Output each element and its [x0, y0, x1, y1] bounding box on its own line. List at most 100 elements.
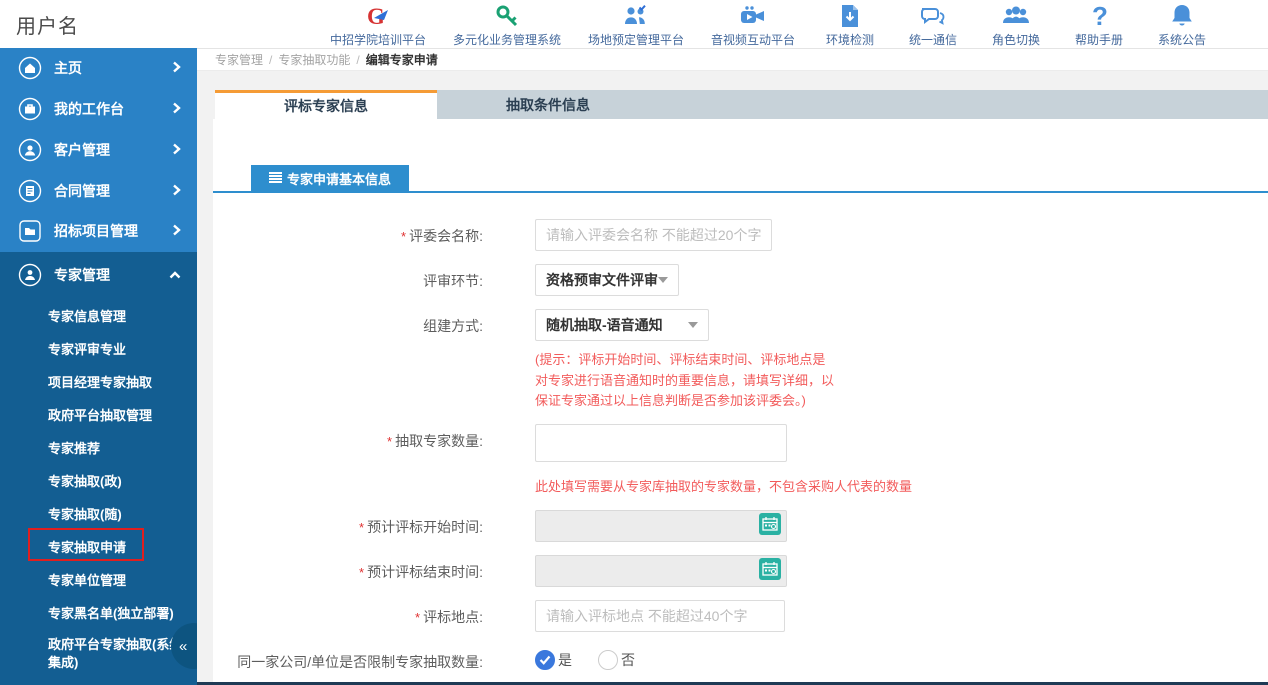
sidebar-item-experts[interactable]: 专家管理	[0, 252, 197, 299]
field-label: *抽取专家数量:	[213, 424, 483, 497]
required-mark: *	[401, 229, 406, 244]
top-header: 用户名 G 中招学院培训平台 多元化业务管理系统 场地预定管理平台 音视频互动平…	[0, 0, 1268, 48]
nav-item-label: 场地预定管理平台	[588, 31, 684, 48]
sidebar-subitem-review-specialty[interactable]: 专家评审专业	[0, 332, 197, 365]
nav-item-label: 多元化业务管理系统	[453, 31, 561, 48]
sidebar-subitem-pm-extraction[interactable]: 项目经理专家抽取	[0, 365, 197, 398]
sidebar-item-label: 主页	[54, 58, 171, 78]
nav-item-label: 帮助手册	[1075, 31, 1123, 48]
nav-item-label: 中招学院培训平台	[330, 31, 426, 48]
breadcrumb-item[interactable]: 专家管理	[215, 51, 263, 68]
nav-item-av-platform[interactable]: 音视频互动平台	[711, 1, 795, 48]
calendar-icon[interactable]	[759, 558, 781, 585]
section-title-tab: 专家申请基本信息	[251, 165, 409, 191]
field-label: *预计评标结束时间:	[213, 555, 483, 587]
committee-name-input[interactable]	[535, 219, 772, 251]
collapse-icon: «	[179, 638, 187, 655]
chat-bubbles-icon	[919, 1, 947, 29]
field-label: 组建方式:	[213, 309, 483, 410]
sidebar-item-customers[interactable]: 客户管理	[0, 129, 197, 170]
nav-item-label: 音视频互动平台	[711, 31, 795, 48]
field-label: *评标地点:	[213, 600, 483, 632]
select-value: 随机抽取-语音通知	[546, 315, 663, 335]
review-stage-select[interactable]: 资格预审文件评审	[535, 264, 679, 296]
form-row: 同一家公司/单位是否限制专家抽取数量: 是 否	[213, 645, 1268, 672]
required-mark: *	[415, 610, 420, 625]
field-label: *预计评标开始时间:	[213, 510, 483, 542]
svg-text:?: ?	[1092, 3, 1108, 29]
nav-item-training-platform[interactable]: G 中招学院培训平台	[330, 1, 426, 48]
nav-item-announcements[interactable]: 系统公告	[1154, 1, 1210, 48]
nav-item-label: 统一通信	[909, 31, 957, 48]
video-camera-icon	[739, 1, 766, 29]
bell-icon	[1169, 1, 1195, 29]
contract-icon	[18, 179, 42, 203]
sidebar-item-label: 专家管理	[54, 265, 169, 285]
nav-item-help[interactable]: ? 帮助手册	[1071, 1, 1127, 48]
expert-count-input[interactable]	[535, 424, 787, 462]
sidebar-item-home[interactable]: 主页	[0, 48, 197, 89]
sidebar-item-label: 客户管理	[54, 140, 171, 160]
required-mark: *	[359, 520, 364, 535]
form-row: *预计评标开始时间:	[213, 510, 1268, 542]
radio-label: 是	[558, 650, 572, 670]
sidebar-expanded-section: 专家管理 专家信息管理 专家评审专业 项目经理专家抽取 政府平台抽取管理 专家推…	[0, 252, 197, 685]
sidebar-subitem-expert-recommend[interactable]: 专家推荐	[0, 431, 197, 464]
tab-expert-info[interactable]: 评标专家信息	[215, 90, 437, 120]
form-row: 评审环节: 资格预审文件评审	[213, 264, 1268, 296]
chevron-right-icon	[171, 60, 181, 76]
username: 用户名	[16, 10, 79, 39]
content-panel: 专家申请基本信息 *评委会名称: 评审环节: 资格预审文件评审	[213, 119, 1268, 685]
calendar-icon[interactable]	[759, 513, 781, 540]
limit-extraction-radio-group: 是 否	[535, 645, 635, 672]
select-value: 资格预审文件评审	[546, 270, 658, 290]
g-logo-icon: G	[365, 1, 391, 29]
sidebar-subitem-expert-info[interactable]: 专家信息管理	[0, 299, 197, 332]
evaluation-location-input[interactable]	[535, 600, 785, 632]
field-label: 同一家公司/单位是否限制专家抽取数量:	[213, 645, 483, 672]
chevron-right-icon	[171, 142, 181, 158]
list-icon	[269, 171, 282, 186]
sidebar-subitem-extraction-random[interactable]: 专家抽取(随)	[0, 497, 197, 530]
expert-count-hint: 此处填写需要从专家库抽取的专家数量，不包含采购人代表的数量	[535, 477, 912, 497]
breadcrumb-item[interactable]: 专家抽取功能	[278, 51, 350, 68]
sidebar-subitem-gov-extraction-mgmt[interactable]: 政府平台抽取管理	[0, 398, 197, 431]
sidebar-subitem-extraction-gov[interactable]: 专家抽取(政)	[0, 464, 197, 497]
sidebar-subitem-label: 专家抽取申请	[48, 540, 126, 555]
sidebar-item-bid-projects[interactable]: 招标项目管理	[0, 211, 197, 252]
sidebar-subitem-blacklist[interactable]: 专家黑名单(独立部署)	[0, 596, 197, 629]
end-time-input[interactable]	[535, 555, 787, 587]
sidebar-subitem-extraction-apply[interactable]: 专家抽取申请	[0, 530, 197, 563]
nav-item-env-check[interactable]: 环境检测	[822, 1, 878, 48]
section-header: 专家申请基本信息	[213, 165, 1268, 193]
nav-item-role-switch[interactable]: 角色切换	[988, 1, 1044, 48]
key-icon	[494, 1, 520, 29]
chevron-right-icon	[171, 101, 181, 117]
people-check-icon	[622, 1, 650, 29]
field-label: *评委会名称:	[213, 219, 483, 251]
tab-extraction-conditions[interactable]: 抽取条件信息	[437, 90, 659, 120]
chevron-right-icon	[171, 223, 181, 239]
sidebar: 主页 我的工作台 客户管理	[0, 48, 197, 685]
project-icon	[18, 219, 42, 243]
sidebar-subitem-gov-platform-extraction[interactable]: 政府平台专家抽取(系统集成)	[0, 629, 197, 679]
form-row: *预计评标结束时间:	[213, 555, 1268, 587]
customer-icon	[18, 138, 42, 162]
formation-method-select[interactable]: 随机抽取-语音通知	[535, 309, 709, 341]
nav-item-label: 系统公告	[1158, 31, 1206, 48]
nav-item-venue-booking[interactable]: 场地预定管理平台	[588, 1, 684, 48]
start-time-input[interactable]	[535, 510, 787, 542]
nav-item-multi-business[interactable]: 多元化业务管理系统	[453, 1, 561, 48]
nav-item-unified-comm[interactable]: 统一通信	[905, 1, 961, 48]
sidebar-item-label: 我的工作台	[54, 99, 171, 119]
tab-bar: 评标专家信息 抽取条件信息	[215, 90, 1268, 120]
radio-option-yes[interactable]: 是	[535, 650, 572, 670]
sidebar-subitem-expert-unit[interactable]: 专家单位管理	[0, 563, 197, 596]
radio-option-no[interactable]: 否	[598, 650, 635, 670]
spacer	[197, 71, 1268, 89]
nav-item-label: 环境检测	[826, 31, 874, 48]
sidebar-item-workbench[interactable]: 我的工作台	[0, 89, 197, 130]
sidebar-item-contracts[interactable]: 合同管理	[0, 170, 197, 211]
chevron-down-icon	[688, 322, 698, 328]
form-row: 组建方式: 随机抽取-语音通知 (提示：评标开始时间、评标结束时间、评标地点是对…	[213, 309, 1268, 410]
